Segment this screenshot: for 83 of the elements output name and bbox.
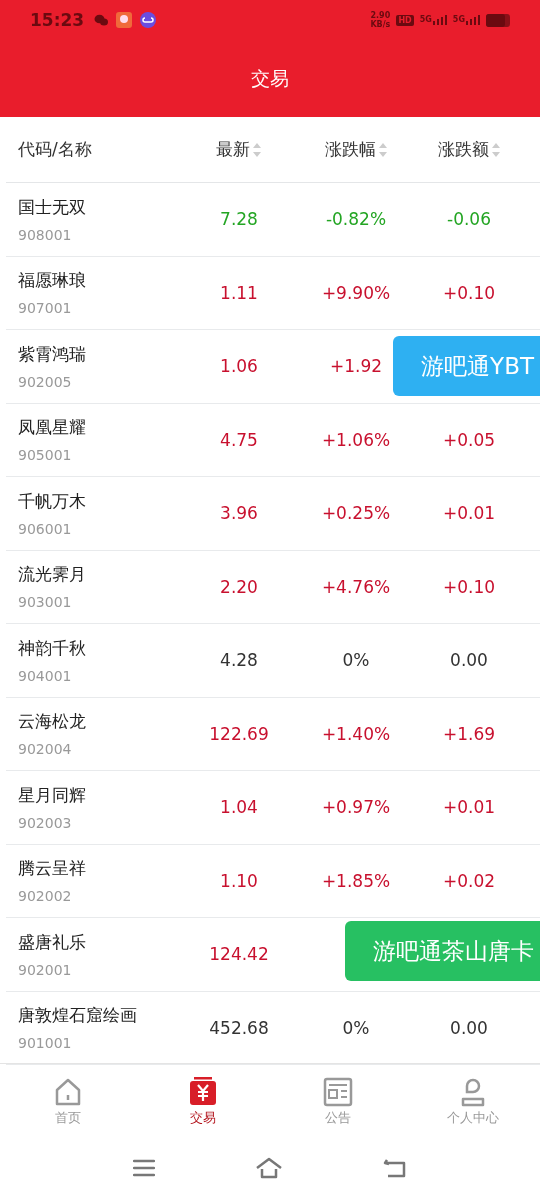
stock-name: 紫霄鸿瑞 [18,342,87,366]
hd-badge: HD [396,14,414,26]
page-title: 交易 [250,66,290,91]
change-percent: +1.92 [329,356,383,377]
column-header[interactable]: 最新 [181,138,297,161]
change-percent: +1.40% [321,723,391,744]
network-type: 5G [452,15,465,24]
change-percent: +4.76% [321,576,391,597]
change-amount: +0.01 [442,797,496,818]
signal-icon [432,15,447,25]
stock-code: 902002 [18,888,73,905]
column-header[interactable]: 涨跌额 [415,138,523,161]
stock-code: 905001 [18,447,73,464]
change-percent: +9.90% [321,282,391,303]
change-percent: 0% [342,650,370,671]
stock-code: 907001 [18,300,73,317]
latest-price: 1.06 [220,356,258,377]
nav-tab[interactable]: 交易 [135,1064,270,1135]
latest-price: 2.20 [220,576,258,597]
change-percent: +1.06% [321,429,391,450]
stock-name: 福愿琳琅 [18,269,87,293]
change-amount: 0.00 [450,650,488,671]
latest-price: 1.10 [220,870,258,891]
latest-price: 1.11 [220,282,258,303]
newspaper-icon [322,1076,353,1107]
network-type: 5G [419,15,432,24]
stock-name: 唐敦煌石窟绘画 [18,1004,138,1028]
change-amount: +0.10 [442,282,496,303]
stock-name: 神韵千秋 [18,636,87,660]
status-time: 15:23 [30,10,85,30]
network-speed: 2.90 KB/s [370,11,391,29]
stock-name: 凤凰星耀 [18,416,87,440]
stock-code: 902004 [18,741,73,758]
change-amount: +0.10 [442,576,496,597]
link-icon [140,12,157,28]
change-percent: +0.25% [321,503,391,524]
change-amount: -0.06 [447,209,491,230]
column-header[interactable]: 涨跌幅 [297,138,415,161]
latest-price: 1.04 [220,797,258,818]
stock-name: 星月同辉 [18,783,87,807]
yuan-icon [187,1076,218,1107]
nav-tab[interactable]: 首页 [0,1064,135,1135]
stock-code: 902001 [18,961,73,978]
stock-name: 千帆万木 [18,489,87,513]
latest-price: 4.28 [220,650,258,671]
change-amount: +0.05 [442,429,496,450]
latest-price: 4.75 [220,429,258,450]
latest-price: 3.96 [220,503,258,524]
stock-name: 云海松龙 [18,710,87,734]
change-amount: 0.00 [450,1017,488,1038]
floating-button[interactable]: 游吧通YBT [393,336,540,396]
change-percent: 0% [342,1017,370,1038]
latest-price: 452.68 [209,1017,269,1038]
stock-code: 902003 [18,814,73,831]
battery-icon [486,13,512,27]
home-icon[interactable] [255,1156,283,1179]
stock-code: 906001 [18,520,73,537]
change-percent: +1.85% [321,870,391,891]
stock-name: 国士无双 [18,195,87,219]
change-percent: +0.97% [321,797,391,818]
stock-code: 902005 [18,373,73,390]
signal-icon [466,15,480,25]
nav-tab[interactable]: 个人中心 [405,1064,540,1135]
app-icon [116,12,133,28]
stock-code: 903001 [18,594,73,611]
change-amount: +1.69 [442,723,496,744]
stock-code: 908001 [18,226,73,243]
stock-code: 901001 [18,1035,73,1052]
latest-price: 124.42 [209,944,269,965]
stock-code: 904001 [18,667,73,684]
nav-tab[interactable]: 公告 [270,1064,405,1135]
change-amount: +0.02 [442,870,496,891]
chat-icon [94,14,109,26]
stock-name: 流光霁月 [18,563,87,587]
change-amount: +0.01 [442,503,496,524]
latest-price: 7.28 [220,209,258,230]
column-header: 代码/名称 [17,138,93,161]
menu-icon[interactable] [133,1158,155,1177]
stock-name: 腾云呈祥 [18,857,87,881]
floating-button[interactable]: 游吧通茶山唐卡 [345,921,540,981]
latest-price: 122.69 [209,723,269,744]
stock-name: 盛唐礼乐 [18,930,87,954]
change-percent: -0.82% [325,209,387,230]
